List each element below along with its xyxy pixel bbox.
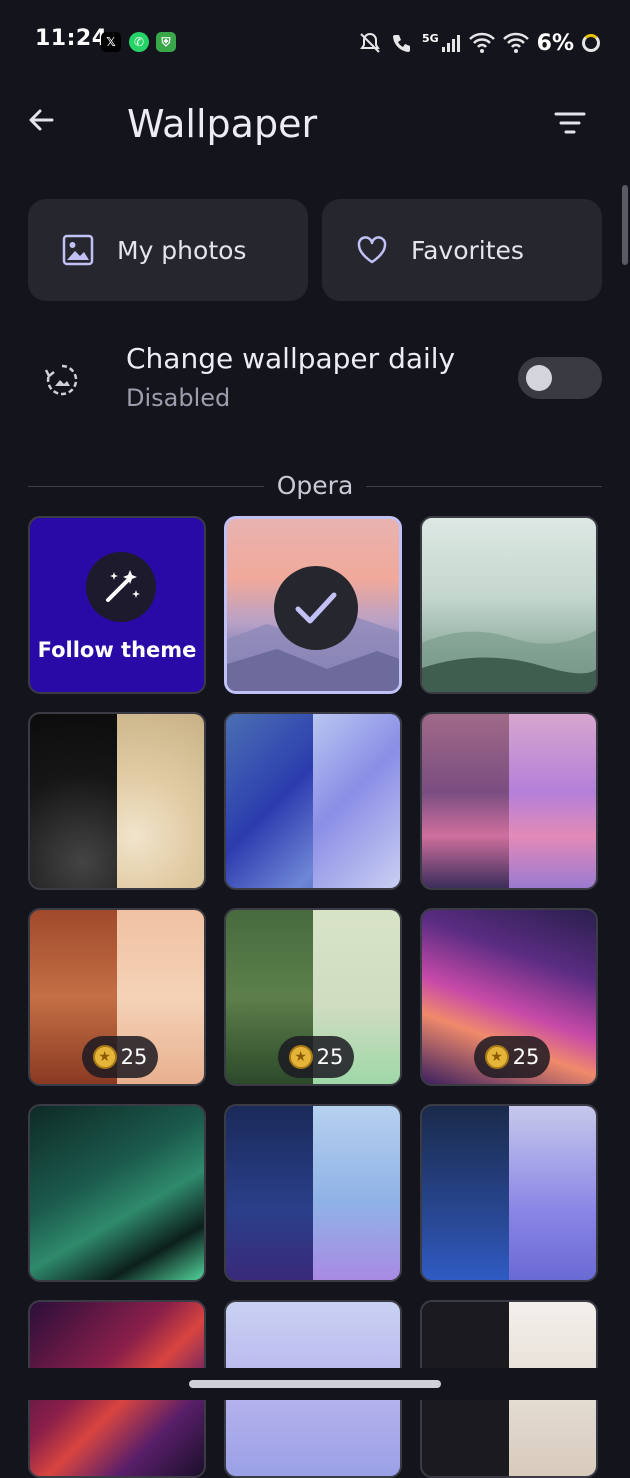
mute-icon [360,32,380,53]
price-value: 25 [316,1045,344,1069]
home-indicator[interactable] [189,1380,441,1388]
back-arrow-icon[interactable] [22,100,62,140]
daily-toggle[interactable] [518,357,602,399]
favorites-button[interactable]: Favorites [322,199,602,301]
coin-icon: ★ [92,1045,117,1069]
my-photos-label: My photos [117,235,247,265]
battery-icon [582,34,600,52]
wifi-calling-icon [392,35,410,52]
cell-signal-icon [441,35,460,52]
rotate-image-icon [44,364,78,396]
daily-title: Change wallpaper daily [126,342,456,375]
light-mode-preview [509,714,596,888]
wifi-icon [502,32,529,53]
light-mode-preview [313,714,400,888]
price-badge: ★ 25 [82,1036,158,1078]
status-time: 11:24 [35,26,108,51]
wallpaper-tile[interactable] [420,516,598,694]
follow-theme-label: Follow theme [37,638,197,662]
wallpaper-tile[interactable] [420,1104,598,1282]
image-icon [62,234,94,266]
wallpaper-tile[interactable] [224,712,402,890]
wallpaper-tile-follow-theme[interactable]: Follow theme [28,516,206,694]
wallpaper-tile[interactable] [420,712,598,890]
filter-icon[interactable] [550,104,590,144]
coin-icon: ★ [288,1045,313,1069]
app-header: Wallpaper [0,86,630,166]
wifi-icon [468,32,495,53]
magic-wand-icon [86,552,156,622]
daily-status: Disabled [126,384,231,412]
favorites-label: Favorites [411,235,524,265]
wallpaper-tile[interactable] [224,1104,402,1282]
light-mode-preview [509,1106,596,1280]
shield-icon: ⛨ [156,32,176,52]
light-mode-preview [117,714,204,888]
wallpaper-tile[interactable]: ★ 25 [224,908,402,1086]
scrollbar[interactable] [622,185,628,265]
price-value: 25 [120,1045,148,1069]
whatsapp-icon: ✆ [129,32,149,52]
status-bar: 11:24 𝕏 ✆ ⛨ 5G 6% [0,0,630,86]
wallpaper-tile[interactable]: ★ 25 [420,908,598,1086]
wallpaper-tile-selected[interactable] [224,516,402,694]
my-photos-button[interactable]: My photos [28,199,308,301]
toggle-knob [526,365,552,391]
section-label: Opera [276,471,354,500]
heart-icon [357,236,387,264]
coin-icon: ★ [484,1045,509,1069]
price-badge: ★ 25 [474,1036,550,1078]
wallpaper-tile[interactable]: ★ 25 [28,908,206,1086]
misty-hills-art [422,630,596,692]
wallpaper-tile[interactable] [28,1104,206,1282]
change-wallpaper-daily-row[interactable]: Change wallpaper daily Disabled [0,330,630,430]
section-divider-left [28,486,264,487]
status-right: 5G 6% [358,28,600,58]
page-title: Wallpaper [127,102,318,146]
network-type: 5G [421,31,439,45]
price-badge: ★ 25 [278,1036,354,1078]
light-mode-preview [313,1106,400,1280]
price-value: 25 [512,1045,540,1069]
battery-percentage: 6% [536,30,574,56]
section-divider-right [366,486,602,487]
wallpaper-tile[interactable] [28,712,206,890]
checkmark-icon [274,566,358,650]
x-icon: 𝕏 [101,32,121,52]
